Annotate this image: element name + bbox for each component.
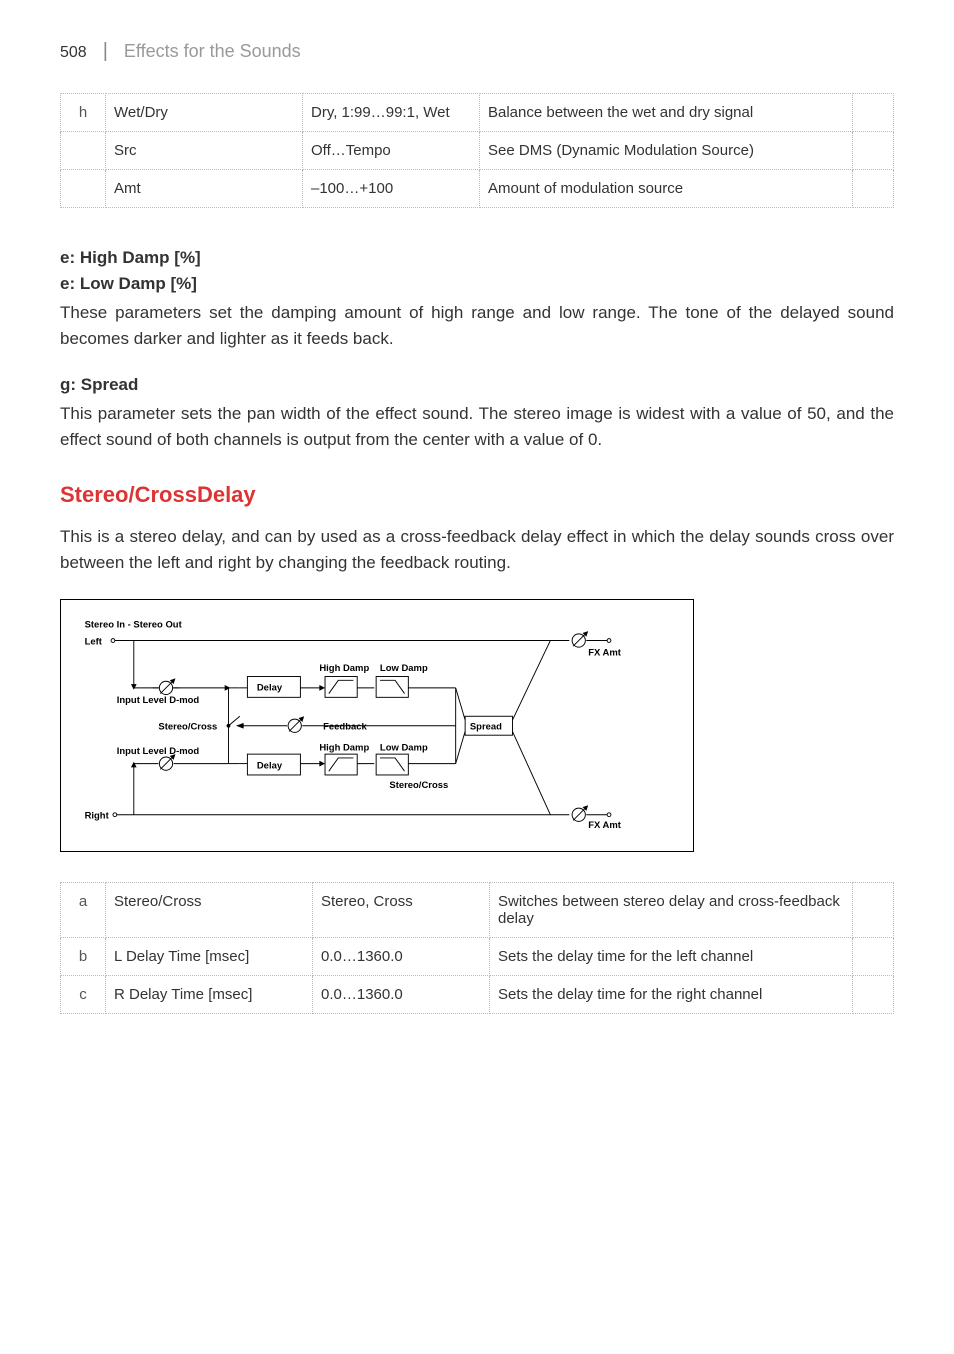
table-cell (853, 132, 894, 170)
table-row: bL Delay Time [msec]0.0…1360.0Sets the d… (61, 938, 894, 976)
label-left: Left (85, 636, 103, 647)
table-cell: –100…+100 (303, 170, 480, 208)
table-cell: Sets the delay time for the left channel (490, 938, 853, 976)
table-cell: Stereo/Cross (106, 883, 313, 938)
diagram-title: Stereo In - Stereo Out (85, 619, 183, 630)
table-cell: R Delay Time [msec] (106, 976, 313, 1014)
table-cell: Sets the delay time for the right channe… (490, 976, 853, 1014)
table-cell (853, 883, 894, 938)
param-table-1: hWet/DryDry, 1:99…99:1, WetBalance betwe… (60, 93, 894, 208)
table-cell: 0.0…1360.0 (313, 938, 490, 976)
label-delay-top: Delay (257, 683, 283, 694)
table-cell (853, 938, 894, 976)
table-cell: L Delay Time [msec] (106, 938, 313, 976)
header-divider: | (103, 40, 108, 63)
table-cell: Dry, 1:99…99:1, Wet (303, 94, 480, 132)
heading-e-low: e: Low Damp [%] (60, 274, 894, 294)
table-cell: Off…Tempo (303, 132, 480, 170)
label-sc-bot: Stereo/Cross (389, 780, 448, 791)
label-spread: Spread (470, 722, 502, 733)
table-cell: Stereo, Cross (313, 883, 490, 938)
table-cell: See DMS (Dynamic Modulation Source) (480, 132, 853, 170)
table-cell (853, 170, 894, 208)
table-cell: Amt (106, 170, 303, 208)
label-ld-bot: Low Damp (380, 742, 428, 753)
table-cell (853, 976, 894, 1014)
section-title: Effects for the Sounds (124, 41, 301, 62)
heading-e-high: e: High Damp [%] (60, 248, 894, 268)
table-cell: c (61, 976, 106, 1014)
para-stereo: This is a stereo delay, and can by used … (60, 524, 894, 575)
table-row: SrcOff…TempoSee DMS (Dynamic Modulation … (61, 132, 894, 170)
table-cell: a (61, 883, 106, 938)
table-cell: Src (106, 132, 303, 170)
signal-diagram: .t{font:10px Arial;fill:#000} .tb{font:b… (60, 599, 694, 852)
label-delay-bot: Delay (257, 760, 283, 771)
label-right: Right (85, 811, 110, 822)
para-e: These parameters set the damping amount … (60, 300, 894, 351)
table-row: Amt–100…+100Amount of modulation source (61, 170, 894, 208)
table-cell (61, 170, 106, 208)
label-sc-top: Stereo/Cross (158, 722, 217, 733)
table-row: hWet/DryDry, 1:99…99:1, WetBalance betwe… (61, 94, 894, 132)
table-cell: Amount of modulation source (480, 170, 853, 208)
label-fxamt-top: FX Amt (588, 648, 622, 659)
table-row: aStereo/CrossStereo, CrossSwitches betwe… (61, 883, 894, 938)
label-hd-bot: High Damp (319, 742, 369, 753)
table-cell (853, 94, 894, 132)
page-header: 508 | Effects for the Sounds (60, 40, 894, 63)
heading-g: g: Spread (60, 375, 894, 395)
table-cell (61, 132, 106, 170)
table-cell: h (61, 94, 106, 132)
label-ild-bot: Input Level D-mod (117, 746, 200, 757)
table-cell: Wet/Dry (106, 94, 303, 132)
table-cell: Balance between the wet and dry signal (480, 94, 853, 132)
page-number: 508 (60, 44, 87, 62)
param-table-2: aStereo/CrossStereo, CrossSwitches betwe… (60, 882, 894, 1014)
label-feedback: Feedback (323, 722, 367, 733)
table-cell: b (61, 938, 106, 976)
para-g: This parameter sets the pan width of the… (60, 401, 894, 452)
label-fxamt-bot: FX Amt (588, 820, 622, 830)
label-hd-top: High Damp (319, 663, 369, 674)
label-ild-top: Input Level D-mod (117, 695, 200, 706)
table-row: cR Delay Time [msec]0.0…1360.0Sets the d… (61, 976, 894, 1014)
section-heading-stereo: Stereo/CrossDelay (60, 482, 894, 508)
table-cell: 0.0…1360.0 (313, 976, 490, 1014)
table-cell: Switches between stereo delay and cross-… (490, 883, 853, 938)
label-ld-top: Low Damp (380, 663, 428, 674)
